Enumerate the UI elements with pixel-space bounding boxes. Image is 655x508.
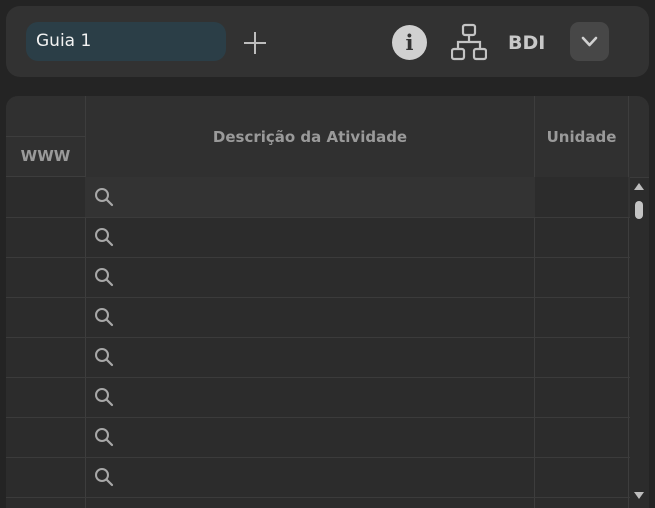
toolbar: Guia 1 i BDI [6, 6, 649, 77]
header-divider [6, 136, 85, 137]
info-icon: i [405, 30, 414, 55]
scrollbar-thumb[interactable] [635, 201, 643, 219]
scroll-down-arrow[interactable] [634, 492, 644, 499]
data-grid: WWW Descrição da Atividade Unidade [6, 96, 649, 508]
column-header-unidade[interactable]: Unidade [535, 128, 628, 146]
search-icon[interactable] [94, 267, 114, 287]
table-row[interactable] [6, 417, 630, 458]
tab-label: Guia 1 [36, 31, 92, 51]
table-row[interactable] [6, 337, 630, 378]
search-icon[interactable] [94, 347, 114, 367]
search-icon[interactable] [94, 227, 114, 247]
chevron-down-icon [581, 36, 598, 47]
table-row[interactable] [6, 377, 630, 418]
column-header-www[interactable]: WWW [6, 147, 85, 165]
column-header-descricao[interactable]: Descrição da Atividade [86, 128, 534, 146]
plus-icon [244, 32, 266, 54]
tab-guia-1[interactable]: Guia 1 [26, 22, 226, 61]
table-row[interactable] [6, 297, 630, 338]
table-row[interactable] [6, 177, 630, 218]
search-icon[interactable] [94, 307, 114, 327]
table-row[interactable] [6, 217, 630, 258]
add-tab-button[interactable] [242, 30, 268, 56]
search-icon[interactable] [94, 187, 114, 207]
search-icon[interactable] [94, 387, 114, 407]
search-icon[interactable] [94, 427, 114, 447]
sitemap-icon [450, 23, 488, 61]
hierarchy-button[interactable] [450, 23, 488, 61]
table-row[interactable] [6, 257, 630, 298]
info-button[interactable]: i [392, 25, 427, 60]
search-icon[interactable] [94, 467, 114, 487]
collapse-button[interactable] [570, 22, 609, 61]
table-row[interactable] [6, 457, 630, 498]
scroll-up-arrow[interactable] [634, 183, 644, 190]
bdi-button[interactable]: BDI [508, 28, 545, 58]
